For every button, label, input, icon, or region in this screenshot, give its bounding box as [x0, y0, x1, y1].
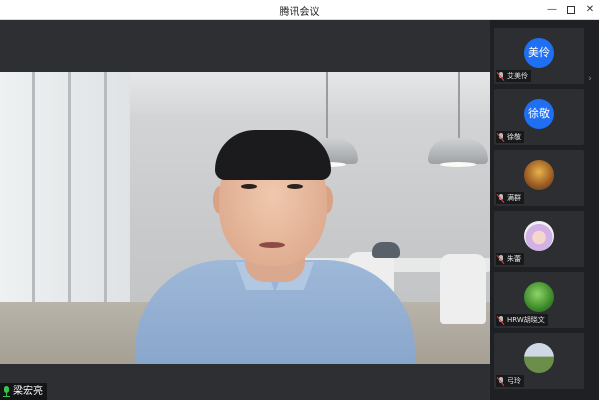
participant-tile[interactable]: HRW胡晓文 — [494, 272, 584, 328]
participant-avatar: 徐敬 — [524, 99, 554, 129]
participant-name-tag: 弓玲 — [496, 375, 524, 387]
title-bar: 腾讯会议 — ✕ — [0, 0, 599, 20]
speaker-name-tag: 梁宏亮 — [0, 383, 47, 400]
video-ceiling — [120, 72, 490, 114]
minimize-button[interactable]: — — [544, 2, 560, 18]
participant-name: 徐敬 — [507, 133, 521, 141]
participant-name: 满群 — [507, 194, 521, 202]
maximize-button[interactable] — [563, 2, 579, 18]
participant-name-tag: 徐敬 — [496, 131, 524, 143]
participant-tile[interactable]: 美伶 艾美伶 — [494, 28, 584, 84]
pendant-lamp — [428, 138, 488, 164]
participant-avatar-photo — [524, 160, 554, 190]
speaker-hair — [215, 130, 331, 180]
participant-avatar-photo — [524, 221, 554, 251]
lamp-cord — [458, 72, 460, 138]
mic-muted-icon — [496, 376, 505, 386]
speaker-person — [135, 130, 415, 364]
mic-muted-icon — [496, 132, 505, 142]
participant-avatar-photo — [524, 343, 554, 373]
lamp-glow — [440, 162, 476, 167]
participant-name-tag: 朱蕾 — [496, 253, 524, 265]
mic-muted-icon — [496, 315, 505, 325]
close-button[interactable]: ✕ — [582, 2, 598, 18]
speaker-video[interactable] — [0, 72, 490, 364]
participant-avatar: 美伶 — [524, 38, 554, 68]
meeting-window: 腾讯会议 — ✕ 梁宏亮 美伶 艾美伶 徐敬 徐敬 满群 朱蕾 HRW胡晓文 弓… — [0, 0, 599, 400]
mic-muted-icon — [496, 71, 505, 81]
main-video-stage[interactable] — [0, 20, 490, 400]
participant-name-tag: 艾美伶 — [496, 70, 531, 82]
window-title: 腾讯会议 — [279, 7, 320, 18]
speaker-eye — [287, 184, 303, 189]
participant-name: HRW胡晓文 — [507, 316, 545, 324]
mic-on-icon — [2, 386, 11, 397]
speaker-eye — [241, 184, 257, 189]
speaker-name: 梁宏亮 — [13, 386, 43, 397]
mic-muted-icon — [496, 193, 505, 203]
participant-name-tag: HRW胡晓文 — [496, 314, 548, 326]
participant-avatar-photo — [524, 282, 554, 312]
participant-name: 朱蕾 — [507, 255, 521, 263]
participant-sidebar[interactable]: 美伶 艾美伶 徐敬 徐敬 满群 朱蕾 HRW胡晓文 弓玲 › — [490, 20, 599, 400]
sidebar-collapse-icon[interactable]: › — [585, 72, 595, 86]
lamp-cord — [326, 72, 328, 138]
maximize-icon — [567, 6, 575, 14]
participant-tile[interactable]: 弓玲 — [494, 333, 584, 389]
participant-tile[interactable]: 满群 — [494, 150, 584, 206]
participant-name: 艾美伶 — [507, 72, 528, 80]
speaker-mouth — [259, 242, 285, 248]
participant-name-tag: 满群 — [496, 192, 524, 204]
mic-muted-icon — [496, 254, 505, 264]
video-chair — [440, 254, 486, 324]
participant-name: 弓玲 — [507, 377, 521, 385]
participant-tile[interactable]: 徐敬 徐敬 — [494, 89, 584, 145]
participant-tile[interactable]: 朱蕾 — [494, 211, 584, 267]
